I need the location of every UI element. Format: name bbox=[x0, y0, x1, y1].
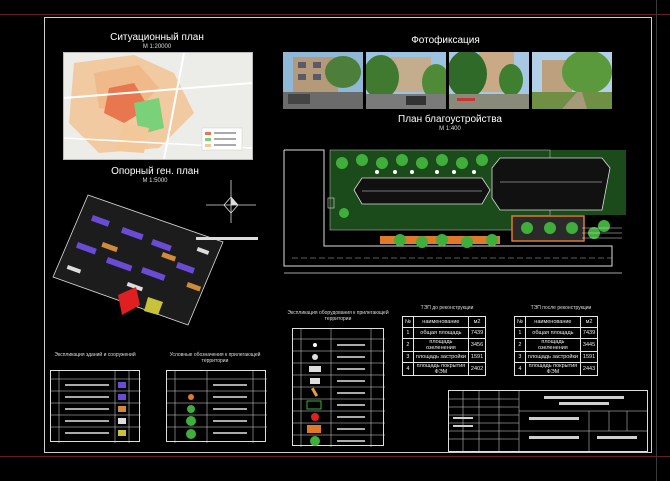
tep-cell: площадь застройки bbox=[524, 351, 581, 363]
equipment-explication-table bbox=[292, 328, 385, 447]
border-line bbox=[0, 456, 670, 457]
tep-cell: площадь застройки bbox=[412, 351, 469, 363]
photo-1 bbox=[283, 52, 363, 109]
tep-cell: 4 bbox=[402, 362, 414, 376]
situational-plan-title: Ситуационный план bbox=[110, 32, 204, 43]
tep-cell: 1591 bbox=[467, 351, 487, 363]
improvement-plan-scale: М 1:400 bbox=[439, 126, 461, 132]
tep-before-header: № bbox=[402, 316, 414, 328]
improvement-plan-title: План благоустройства bbox=[398, 114, 502, 125]
tep-before-header: наименование bbox=[412, 316, 469, 328]
tep-cell: 7439 bbox=[467, 327, 487, 339]
tep-cell: 1 bbox=[402, 327, 414, 339]
tep-cell: 1 bbox=[514, 327, 526, 339]
table-row: 4 площадь покрытия ФЭМ 2443 bbox=[514, 362, 599, 376]
tep-after-table: № наименование м2 1 общая площадь 7439 2 пл… bbox=[514, 316, 599, 376]
table-row: 2 площадь озеленения 3445 bbox=[514, 338, 599, 352]
improvement-plan-drawing bbox=[282, 148, 626, 278]
border-line bbox=[656, 0, 657, 481]
buildings-explication-title: Экспликация зданий и сооружений bbox=[54, 352, 136, 358]
tep-cell: 4 bbox=[514, 362, 526, 376]
border-line bbox=[0, 14, 670, 15]
north-arrow bbox=[196, 175, 266, 245]
tep-before-table: № наименование м2 1 общая площадь 7439 2 пл… bbox=[402, 316, 487, 376]
situational-map bbox=[63, 52, 253, 160]
photo-2 bbox=[366, 52, 446, 109]
tep-cell: площадь озеленения bbox=[524, 338, 581, 352]
tep-after-title: ТЭП после реконструкции bbox=[530, 305, 592, 311]
table-row: 3 площадь застройки 1591 bbox=[514, 351, 599, 363]
table-row: 1 общая площадь 7439 bbox=[402, 327, 487, 339]
table-row: 4 площадь покрытия ФЭМ 2402 bbox=[402, 362, 487, 376]
legend-table bbox=[166, 370, 267, 443]
tep-cell: 3456 bbox=[467, 338, 487, 352]
situational-map-image bbox=[64, 53, 252, 159]
tep-cell: площадь покрытия ФЭМ bbox=[524, 362, 581, 376]
photo-4 bbox=[532, 52, 612, 109]
tep-cell: 3445 bbox=[579, 338, 599, 352]
tep-cell: общая площадь bbox=[412, 327, 469, 339]
tep-cell: 3 bbox=[402, 351, 414, 363]
buildings-explication-table bbox=[50, 370, 141, 443]
table-row: 3 площадь застройки 1591 bbox=[402, 351, 487, 363]
tep-cell: 7439 bbox=[579, 327, 599, 339]
tep-cell: общая площадь bbox=[524, 327, 581, 339]
tep-cell: 2402 bbox=[467, 362, 487, 376]
tep-before-title: ТЭП до реконструкции bbox=[420, 305, 474, 311]
photo-fixation-title: Фотофиксация bbox=[411, 35, 480, 46]
general-plan-title: Опорный ген. план bbox=[111, 166, 199, 177]
title-block bbox=[448, 390, 648, 452]
general-plan-scale: М 1:5000 bbox=[142, 178, 168, 184]
tep-cell: 3 bbox=[514, 351, 526, 363]
table-row: 2 площадь озеленения 3456 bbox=[402, 338, 487, 352]
photo-3 bbox=[449, 52, 529, 109]
tep-cell: 2443 bbox=[579, 362, 599, 376]
table-row: 1 общая площадь 7439 bbox=[514, 327, 599, 339]
tep-cell: площадь озеленения bbox=[412, 338, 469, 352]
tep-cell: 2 bbox=[514, 338, 526, 352]
tep-after-header: м2 bbox=[579, 316, 599, 328]
tep-cell: площадь покрытия ФЭМ bbox=[412, 362, 469, 376]
tep-before-header: м2 bbox=[467, 316, 487, 328]
situational-plan-scale: М 1:20000 bbox=[142, 44, 172, 50]
tep-after-header: наименование bbox=[524, 316, 581, 328]
tep-cell: 1591 bbox=[579, 351, 599, 363]
tep-after-header: № bbox=[514, 316, 526, 328]
tep-cell: 2 bbox=[402, 338, 414, 352]
legend-title: Условные обозначения к прилегающей терри… bbox=[169, 352, 261, 364]
equipment-explication-title: Экспликация оборудования к прилегающей т… bbox=[287, 310, 389, 322]
